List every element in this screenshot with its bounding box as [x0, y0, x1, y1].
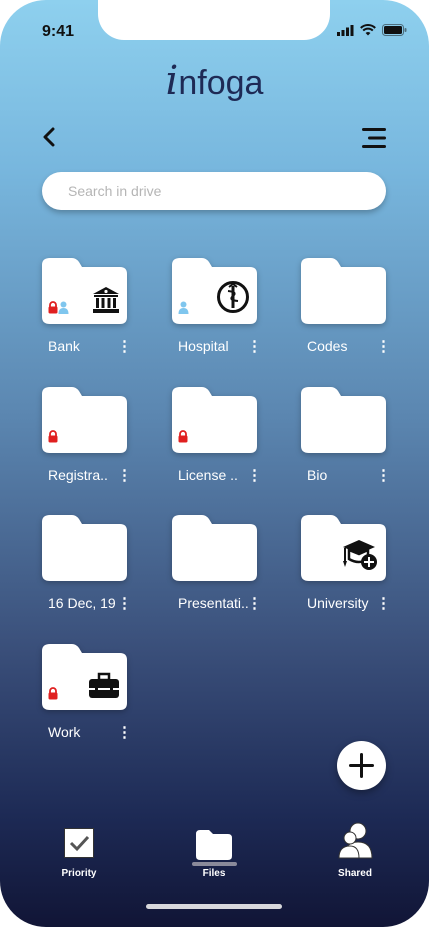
folder-label: Bank: [48, 338, 80, 354]
folder-shape: [42, 515, 127, 581]
tab-files[interactable]: Files: [184, 828, 244, 883]
folder-more-icon[interactable]: ⋮: [247, 337, 262, 355]
folder-label: Bio: [307, 467, 328, 483]
folder-bank[interactable]: [42, 257, 128, 325]
lock-icon: [178, 430, 188, 448]
phone-screen: 9:41 infoga Search in drive Bank ⋮ Hospita…: [0, 0, 429, 927]
tab-active-indicator: [192, 862, 237, 866]
signal-icon: [337, 24, 354, 36]
folder-university[interactable]: [301, 514, 387, 582]
briefcase-icon: [88, 672, 120, 705]
folder-codes[interactable]: [301, 257, 387, 325]
home-indicator: [146, 904, 282, 909]
lock-icon: [48, 430, 58, 448]
shared-users-icon: [338, 822, 373, 859]
add-button[interactable]: [337, 741, 386, 790]
folder-label: Work: [48, 724, 81, 740]
folder-icon: [196, 830, 232, 860]
folder-label: Registra..: [48, 467, 108, 483]
status-icons: [337, 24, 407, 36]
folder-16-dec-19[interactable]: [42, 514, 128, 582]
back-arrow-icon[interactable]: [38, 125, 62, 149]
folder-hospital[interactable]: [172, 257, 258, 325]
plus-icon: [349, 753, 374, 778]
lock-icon: [48, 687, 58, 705]
shared-person-icon: [178, 301, 189, 319]
status-time: 9:41: [42, 23, 75, 40]
folder-registra[interactable]: [42, 386, 128, 454]
shared-person-icon: [58, 301, 69, 319]
tab-files-label: Files: [202, 868, 226, 879]
folder-more-icon[interactable]: ⋮: [247, 466, 262, 484]
folder-shape: [301, 258, 386, 324]
tab-shared-label: Shared: [338, 868, 372, 879]
tab-shared[interactable]: Shared: [325, 822, 385, 883]
folder-label: Codes: [307, 338, 348, 354]
notch: [98, 0, 330, 40]
folder-label: 16 Dec, 19: [48, 595, 116, 611]
search-input[interactable]: Search in drive: [42, 172, 386, 210]
graduation-cap-icon: [341, 537, 379, 576]
folder-more-icon[interactable]: ⋮: [117, 594, 132, 612]
folder-more-icon[interactable]: ⋮: [117, 466, 132, 484]
folder-label: Presentati..: [178, 595, 249, 611]
app-logo: infoga: [165, 58, 264, 104]
folder-shape: [172, 515, 257, 581]
folder-presentati[interactable]: [172, 514, 258, 582]
folder-label: Hospital: [178, 338, 229, 354]
checkbox-icon: [64, 828, 94, 858]
folder-more-icon[interactable]: ⋮: [376, 466, 391, 484]
folder-bio[interactable]: [301, 386, 387, 454]
folder-more-icon[interactable]: ⋮: [376, 594, 391, 612]
folder-more-icon[interactable]: ⋮: [117, 723, 132, 741]
folder-more-icon[interactable]: ⋮: [117, 337, 132, 355]
tab-priority-label: Priority: [61, 868, 97, 879]
folder-shape: [301, 387, 386, 453]
folder-more-icon[interactable]: ⋮: [247, 594, 262, 612]
wifi-icon: [360, 24, 376, 36]
folder-label: License ..: [178, 467, 238, 483]
search-placeholder: Search in drive: [68, 183, 162, 199]
folder-more-icon[interactable]: ⋮: [376, 337, 391, 355]
folder-work[interactable]: [42, 643, 128, 711]
battery-icon: [382, 24, 407, 36]
menu-icon[interactable]: [358, 126, 388, 150]
folder-license[interactable]: [172, 386, 258, 454]
bank-icon: [92, 286, 120, 319]
lock-icon: [48, 301, 58, 319]
hospital-icon: [216, 280, 250, 319]
folder-label: University: [307, 595, 369, 611]
tab-priority[interactable]: Priority: [49, 828, 109, 883]
